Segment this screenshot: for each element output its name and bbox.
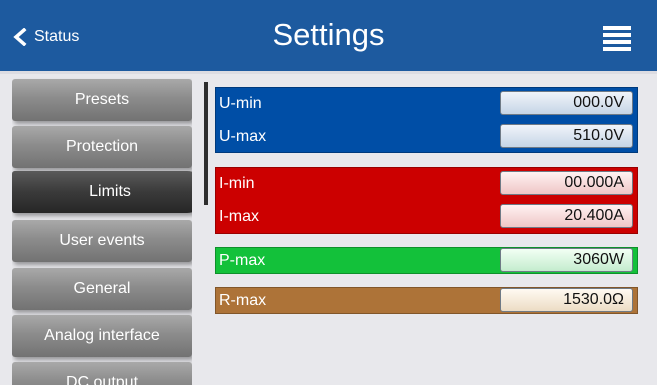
power-limit-group: P-max 3060W [215,247,638,274]
u-min-row: U-min 000.0V [216,88,637,121]
i-min-row: I-min 00.000A [216,168,637,201]
p-max-label: P-max [219,252,266,269]
chevron-left-icon [13,28,27,46]
u-max-row: U-max 510.0V [216,121,637,154]
sidebar-item-dc-output[interactable]: DC output [12,362,192,385]
sidebar-item-protection[interactable]: Protection [12,126,192,168]
current-limits-group: I-min 00.000A I-max 20.400A [215,167,638,234]
i-max-value-field[interactable]: 20.400A [500,204,633,228]
u-max-label: U-max [219,128,267,145]
sidebar-item-user-events[interactable]: User events [12,220,192,262]
sidebar-item-limits[interactable]: Limits [12,171,192,213]
sidebar-item-general[interactable]: General [12,268,192,310]
sidebar-divider [204,82,208,205]
u-min-value-field[interactable]: 000.0V [500,91,633,115]
i-max-label: I-max [219,208,259,225]
p-max-value-field[interactable]: 3060W [500,248,633,272]
r-max-value-field[interactable]: 1530.0Ω [500,288,633,312]
hamburger-menu-icon[interactable] [603,26,631,51]
u-min-label: U-min [219,95,262,112]
p-max-row: P-max 3060W [216,245,637,278]
header-bar: Status Settings [0,0,657,74]
i-min-label: I-min [219,175,255,192]
i-max-row: I-max 20.400A [216,201,637,234]
back-to-status-button[interactable]: Status [12,22,79,52]
r-max-row: R-max 1530.0Ω [216,285,637,318]
resistance-limit-group: R-max 1530.0Ω [215,287,638,314]
r-max-label: R-max [219,292,267,309]
sidebar-item-analog-interface[interactable]: Analog interface [12,315,192,357]
page-title: Settings [272,17,385,52]
u-max-value-field[interactable]: 510.0V [500,124,633,148]
voltage-limits-group: U-min 000.0V U-max 510.0V [215,87,638,153]
settings-sidebar: Presets Protection Limits User events Ge… [12,77,192,385]
sidebar-item-presets[interactable]: Presets [12,79,192,121]
back-label: Status [34,28,80,45]
i-min-value-field[interactable]: 00.000A [500,171,633,195]
